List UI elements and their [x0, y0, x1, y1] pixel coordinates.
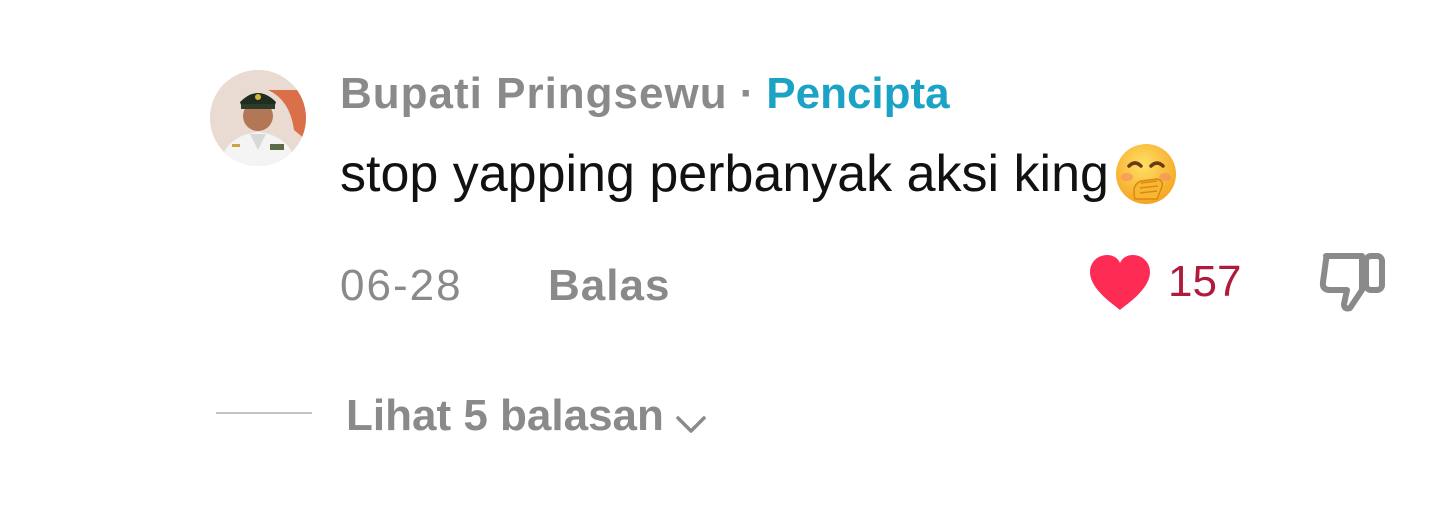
hand-over-mouth-emoji-icon	[1113, 141, 1179, 207]
avatar-image	[210, 70, 306, 166]
dislike-button[interactable]	[1318, 248, 1388, 314]
comment-body: stop yapping perbanyak aksi king	[340, 140, 1179, 208]
like-button[interactable]: 157	[1086, 250, 1241, 314]
heart-icon	[1090, 255, 1150, 310]
view-replies-button[interactable]: Lihat 5 balasan	[346, 388, 708, 444]
header-separator: ·	[739, 69, 755, 118]
avatar[interactable]	[210, 70, 306, 166]
comment-username[interactable]: Bupati Pringsewu	[340, 66, 728, 122]
replies-divider	[216, 412, 312, 414]
comment-header: Bupati Pringsewu · Pencipta	[340, 66, 950, 122]
comment-text: stop yapping perbanyak aksi king	[340, 145, 1109, 203]
comment-date: 06-28	[340, 261, 463, 310]
creator-badge: Pencipta	[766, 69, 950, 118]
like-count: 157	[1168, 257, 1242, 306]
reply-button[interactable]: Balas	[548, 258, 670, 314]
thumbs-down-icon	[1319, 253, 1385, 312]
chevron-down-icon	[674, 399, 708, 433]
view-replies-label: Lihat 5 balasan	[346, 391, 664, 440]
